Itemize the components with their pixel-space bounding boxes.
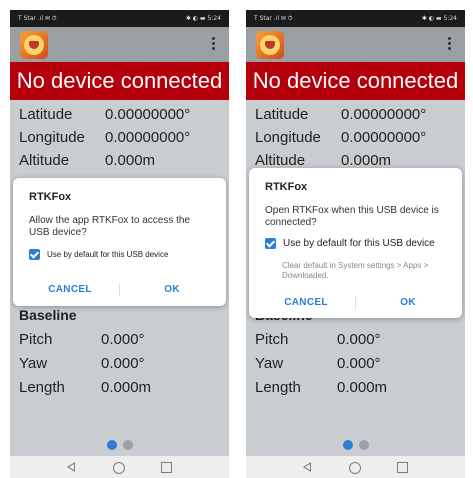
longitude-value: 0.00000000° [105, 129, 191, 146]
default-checkbox-label[interactable]: Use by default for this USB device [47, 250, 168, 259]
page-dot-active[interactable] [342, 440, 353, 450]
longitude-label: Longitude [19, 129, 85, 146]
length-value: 0.000m [337, 379, 388, 396]
overflow-menu-icon[interactable] [447, 37, 451, 53]
latitude-value: 0.00000000° [105, 106, 191, 123]
phone-screen-right: T Star .ıl ✉ ⏱ ✱ ◐ ▬ 5:24 No device conn… [246, 10, 465, 478]
connection-banner: No device connected [246, 62, 465, 100]
navigation-bar [246, 456, 465, 478]
pitch-value: 0.000° [337, 331, 381, 348]
status-right: ✱ ◐ ▬ 5:24 [421, 15, 457, 22]
latitude-label: Latitude [19, 106, 73, 123]
latitude-label: Latitude [255, 106, 309, 123]
altitude-value: 0.000m [341, 152, 392, 169]
hint-line1: Clear default in System settings > Apps … [282, 261, 429, 270]
page-dot-inactive[interactable] [122, 440, 133, 450]
altitude-value: 0.000m [105, 152, 156, 169]
latitude-value: 0.00000000° [341, 106, 427, 123]
longitude-value: 0.00000000° [341, 129, 427, 146]
ok-button[interactable]: OK [373, 297, 443, 308]
home-icon[interactable] [349, 462, 361, 474]
yaw-label: Yaw [19, 355, 48, 372]
page-indicator [246, 440, 465, 450]
page-dot-active[interactable] [106, 440, 117, 450]
altitude-label: Altitude [19, 152, 70, 169]
cancel-button[interactable]: CANCEL [271, 297, 341, 308]
dialog-message-line2: connected? [265, 217, 317, 228]
pitch-label: Pitch [255, 331, 289, 348]
yaw-label: Yaw [255, 355, 284, 372]
status-bar: T Star .ıl ✉ ⏱ ✱ ◐ ▬ 5:24 [246, 10, 465, 27]
back-icon[interactable] [303, 462, 311, 472]
length-value: 0.000m [101, 379, 152, 396]
checkbox-checked-icon[interactable] [265, 238, 276, 249]
recents-icon[interactable] [397, 462, 408, 473]
rtkfox-app-icon [20, 31, 48, 59]
app-bar [10, 27, 229, 62]
dialog-message-line1: Allow the app RTKFox to access the [29, 215, 191, 226]
phone-screen-left: T Star .ıl ✉ ⏱ ✱ ◐ ▬ 5:24 No device conn… [10, 10, 229, 478]
navigation-bar [10, 456, 229, 478]
length-label: Length [255, 379, 301, 396]
status-left: T Star .ıl ✉ ⏱ [18, 15, 57, 22]
dialog-title: RTKFox [265, 181, 308, 193]
ok-button[interactable]: OK [137, 284, 207, 295]
longitude-label: Longitude [255, 129, 321, 146]
dialog-message-line2: USB device? [29, 227, 87, 238]
button-divider [119, 284, 120, 296]
default-checkbox-label[interactable]: Use by default for this USB device [283, 238, 435, 249]
status-right: ✱ ◐ ▬ 5:24 [185, 15, 221, 22]
page-dot-inactive[interactable] [358, 440, 369, 450]
app-bar [246, 27, 465, 62]
pitch-label: Pitch [19, 331, 53, 348]
recents-icon[interactable] [161, 462, 172, 473]
connection-banner: No device connected [10, 62, 229, 100]
length-label: Length [19, 379, 65, 396]
altitude-label: Altitude [255, 152, 306, 169]
baseline-title: Baseline [19, 307, 77, 323]
overflow-menu-icon[interactable] [211, 37, 215, 53]
status-left: T Star .ıl ✉ ⏱ [254, 15, 293, 22]
dialog-message-line1: Open RTKFox when this USB device is [265, 205, 439, 216]
status-bar: T Star .ıl ✉ ⏱ ✱ ◐ ▬ 5:24 [10, 10, 229, 27]
pitch-value: 0.000° [101, 331, 145, 348]
page-indicator [10, 440, 229, 450]
yaw-value: 0.000° [337, 355, 381, 372]
dialog-title: RTKFox [29, 191, 72, 203]
cancel-button[interactable]: CANCEL [35, 284, 105, 295]
hint-line2: Downloaded. [282, 271, 329, 280]
button-divider [355, 297, 356, 309]
usb-permission-dialog: RTKFox Allow the app RTKFox to access th… [13, 178, 226, 306]
back-icon[interactable] [67, 462, 75, 472]
yaw-value: 0.000° [101, 355, 145, 372]
usb-open-dialog: RTKFox Open RTKFox when this USB device … [249, 168, 462, 318]
rtkfox-app-icon [256, 31, 284, 59]
home-icon[interactable] [113, 462, 125, 474]
checkbox-checked-icon[interactable] [29, 249, 40, 260]
